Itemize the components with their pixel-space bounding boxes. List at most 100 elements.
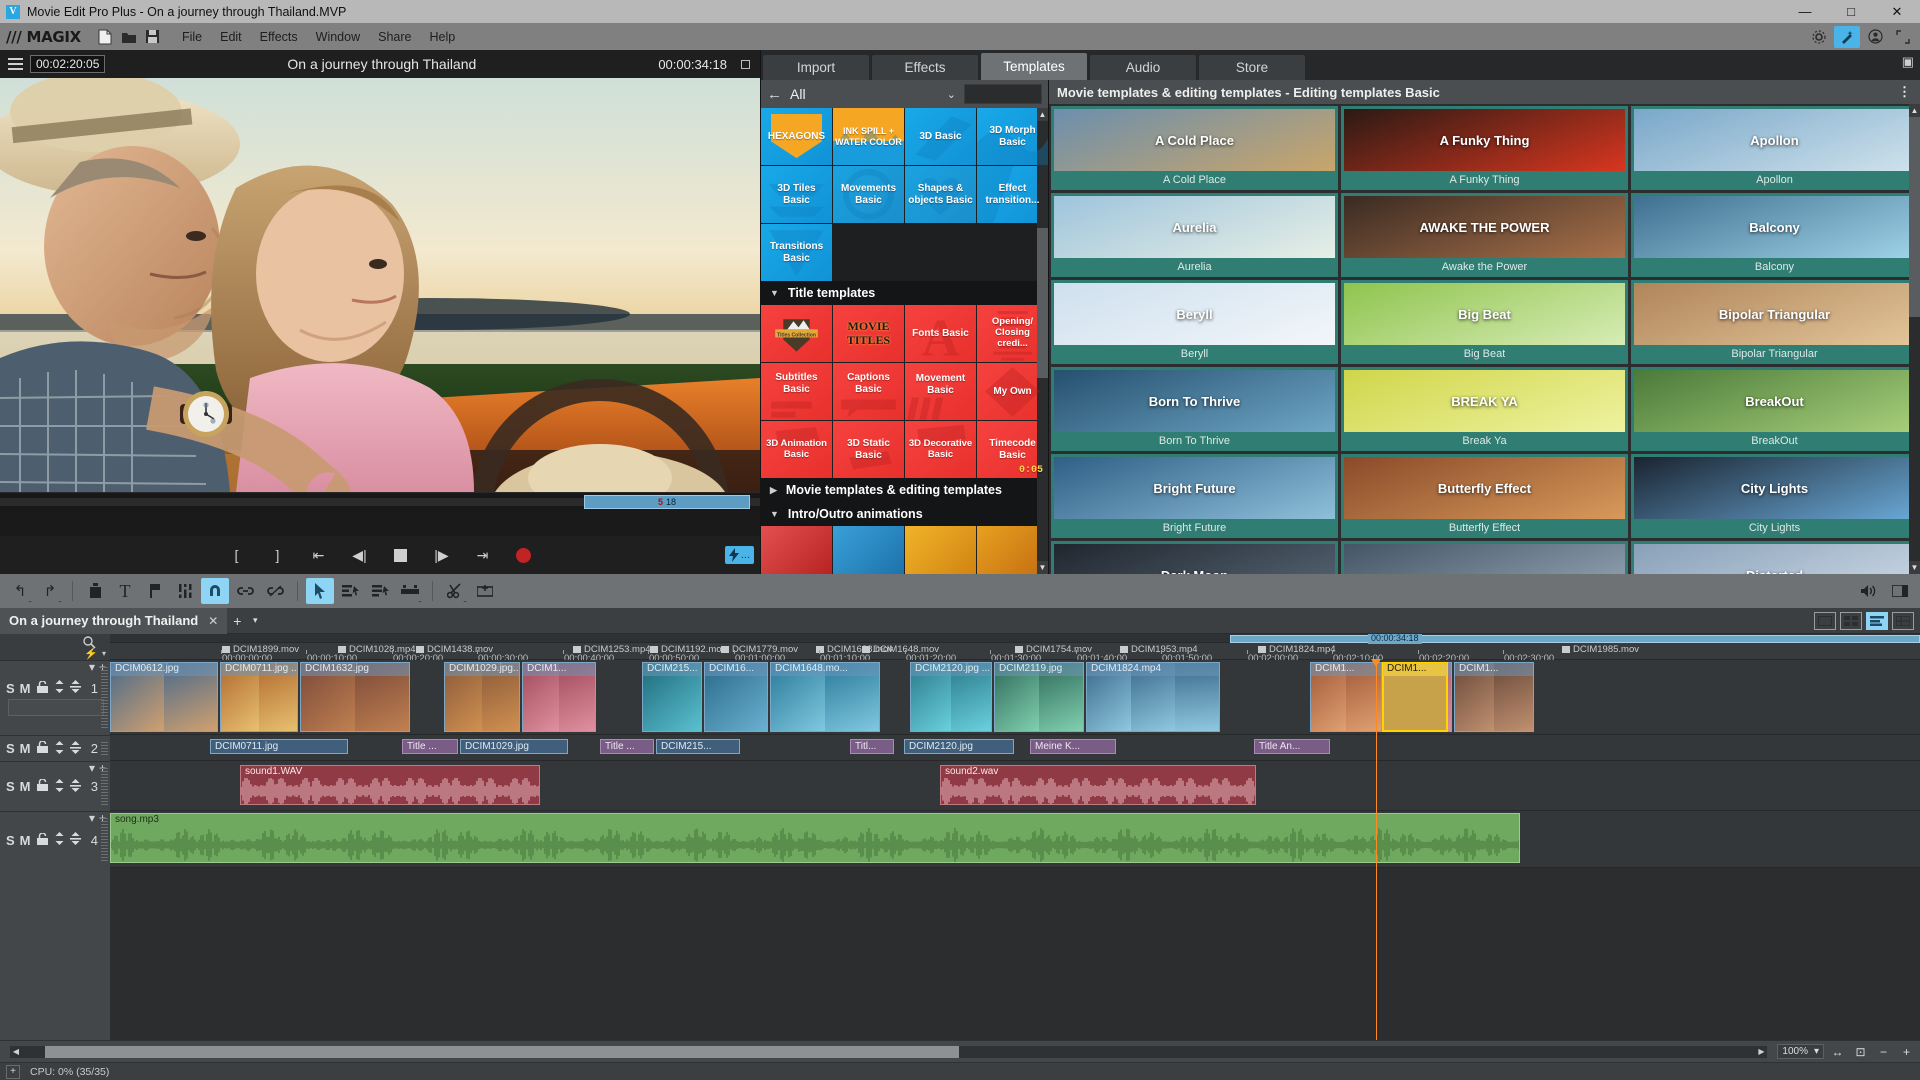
timeline-overlay-clip[interactable]: DCIM0711.jpg [210,739,348,754]
track4-solo-button[interactable]: S [6,833,15,848]
scene-overview-view-button[interactable] [1840,612,1862,630]
template-card[interactable]: A Funky ThingA Funky Thing [1341,106,1628,190]
tile-3d-morph-basic[interactable]: 3D Morph Basic [977,108,1048,165]
close-button[interactable]: ✕ [1874,0,1920,23]
timeline-view-button[interactable] [1866,612,1888,630]
close-icon[interactable]: ✕ [208,614,218,628]
track-lane-1[interactable]: DCIM0612.jpgDCIM0711.jpg ...DCIM1632.jpg… [110,660,1920,735]
track2-mute-button[interactable]: M [20,741,31,756]
next-frame-icon[interactable]: |▶ [431,544,453,566]
tile-effect-transitions[interactable]: Effect transition... [977,166,1048,223]
timeline-ruler[interactable]: 00:00:34:18 DCIM1899.movDCIM1028.mp4DCIM… [110,634,1920,660]
zoom-lock-icon[interactable]: ⊡ [1851,1044,1870,1060]
zoom-in-button[interactable]: + [1897,1044,1916,1060]
timeline-clip[interactable]: DCIM1029.jpg... [444,662,520,732]
add-tab-button[interactable]: + [227,613,247,629]
chevron-down-icon[interactable]: ▾ [1814,1046,1819,1057]
track1-level-icon[interactable] [70,680,81,696]
template-card[interactable]: BeryllBeryll [1051,280,1338,364]
template-card[interactable]: Born To ThriveBorn To Thrive [1051,367,1338,451]
track2-height-icon[interactable] [54,741,65,757]
lock-icon[interactable] [36,779,49,794]
settings-gear-icon[interactable] [1806,26,1832,48]
volume-icon[interactable] [1854,578,1882,604]
menu-edit[interactable]: Edit [211,27,251,47]
back-arrow-icon[interactable]: ← [767,86,782,103]
timeline-clip-area[interactable]: 00:00:34:18 DCIM1899.movDCIM1028.mp4DCIM… [110,634,1920,1040]
timeline-title-clip[interactable]: Title ... [402,739,458,754]
cut-scissors-button[interactable]: ... [441,578,469,604]
template-card[interactable] [1341,541,1628,574]
magnet-snap-button[interactable] [201,578,229,604]
timeline-overlay-clip[interactable]: DCIM215... [656,739,740,754]
tile-hexagons[interactable]: HEXAGONS [761,108,832,165]
tile-fonts-basic[interactable]: A Fonts Basic [905,305,976,362]
track3-resize-grip[interactable] [101,768,108,805]
track-lane-2[interactable]: DCIM0711.jpgTitle ...DCIM1029.jpgTitle .… [110,735,1920,761]
timeline-title-clip[interactable]: Title ... [600,739,654,754]
scroll-up-icon[interactable]: ▲ [1909,104,1920,117]
jump-start-icon[interactable]: ⇤ [308,544,330,566]
track1-resize-grip[interactable] [101,667,108,729]
timeline-clip[interactable]: DCIM215... [642,662,702,732]
timeline-clip[interactable]: DCIM1824.mp4 [1086,662,1220,732]
lock-icon[interactable] [36,741,49,756]
minimize-button[interactable]: — [1782,0,1828,23]
mouse-arrow-mode-button[interactable] [306,578,334,604]
track4-level-icon[interactable] [70,832,81,848]
menu-window[interactable]: Window [307,27,369,47]
tile-intro-2[interactable] [833,526,904,574]
timeline-overlay-clip[interactable]: DCIM2120.jpg [904,739,1014,754]
playhead[interactable] [1376,660,1377,1040]
preview-scrubber[interactable]: 5 18 [0,492,760,510]
tab-store[interactable]: Store [1199,55,1305,80]
tile-intro-1[interactable] [761,526,832,574]
jump-end-icon[interactable]: ⇥ [472,544,494,566]
new-document-icon[interactable] [93,26,117,48]
timeline-clip[interactable]: DCIM1... [1454,662,1534,732]
timeline-title-clip[interactable]: Title An... [1254,739,1330,754]
track-header-1[interactable]: ▾ + S M [0,660,110,735]
preview-video-frame[interactable] [0,78,760,492]
tile-ink-spill-water-color[interactable]: INK SPILL + WATER COLOR [833,108,904,165]
fit-to-window-icon[interactable]: ↔ [1828,1044,1847,1060]
timeline-clip[interactable]: DCIM2119.jpg [994,662,1084,732]
section-intro-outro[interactable]: ▼ Intro/Outro animations [761,502,1048,526]
chevron-down-icon[interactable]: ▾ [89,660,95,674]
section-movie-templates[interactable]: ▶ Movie templates & editing templates [761,478,1048,502]
zoom-level-select[interactable]: 100% ▾ [1777,1044,1824,1059]
tile-3d-decorative-basic[interactable]: 3D Decorative Basic [905,421,976,478]
audio-mixer-button[interactable] [171,578,199,604]
redo-button[interactable]: ↱... [36,578,64,604]
timeline-title-clip[interactable]: Titl... [850,739,894,754]
wand-icon[interactable] [1834,26,1860,48]
template-card[interactable]: AWAKE THE POWERAwake the Power [1341,193,1628,277]
add-track-button[interactable]: + [6,1065,20,1079]
zoom-out-button[interactable]: − [1874,1044,1893,1060]
tile-3d-tiles-basic[interactable]: 3D Tiles Basic [761,166,832,223]
template-card[interactable]: Bipolar TriangularBipolar Triangular [1631,280,1918,364]
tab-import[interactable]: Import [763,55,869,80]
section-title-templates[interactable]: ▼ Title templates [761,281,1048,305]
in-point-icon[interactable]: [ [226,544,248,566]
results-options-icon[interactable]: ⋮ [1898,84,1912,100]
tile-movie-titles[interactable]: MOVIE TITLES [833,305,904,362]
open-folder-icon[interactable] [117,26,141,48]
ruler-visible-range[interactable] [1230,635,1920,643]
template-card[interactable]: City LightsCity Lights [1631,454,1918,538]
undo-button[interactable]: ↰... [6,578,34,604]
scroll-down-icon[interactable]: ▼ [1909,561,1920,574]
template-card[interactable]: Bright FutureBright Future [1051,454,1338,538]
timeline-horizontal-scrollbar[interactable]: ◀ ▶ [10,1046,1767,1058]
scroll-down-icon[interactable]: ▼ [1037,561,1048,574]
scroll-right-icon[interactable]: ▶ [1755,1046,1767,1058]
record-button[interactable] [513,544,535,566]
add-object-button[interactable] [471,578,499,604]
tile-captions-basic[interactable]: Captions Basic [833,363,904,420]
tile-shapes-objects-basic[interactable]: Shapes & objects Basic [905,166,976,223]
scrubber-range-selection[interactable]: 5 18 [584,495,750,509]
tile-movement-basic[interactable]: Movement Basic [905,363,976,420]
timeline-music-clip[interactable]: song.mp3 [110,813,1520,863]
preview-fullscreen-icon[interactable] [741,60,750,69]
timeline-project-tab[interactable]: On a journey through Thailand ✕ [0,608,227,634]
